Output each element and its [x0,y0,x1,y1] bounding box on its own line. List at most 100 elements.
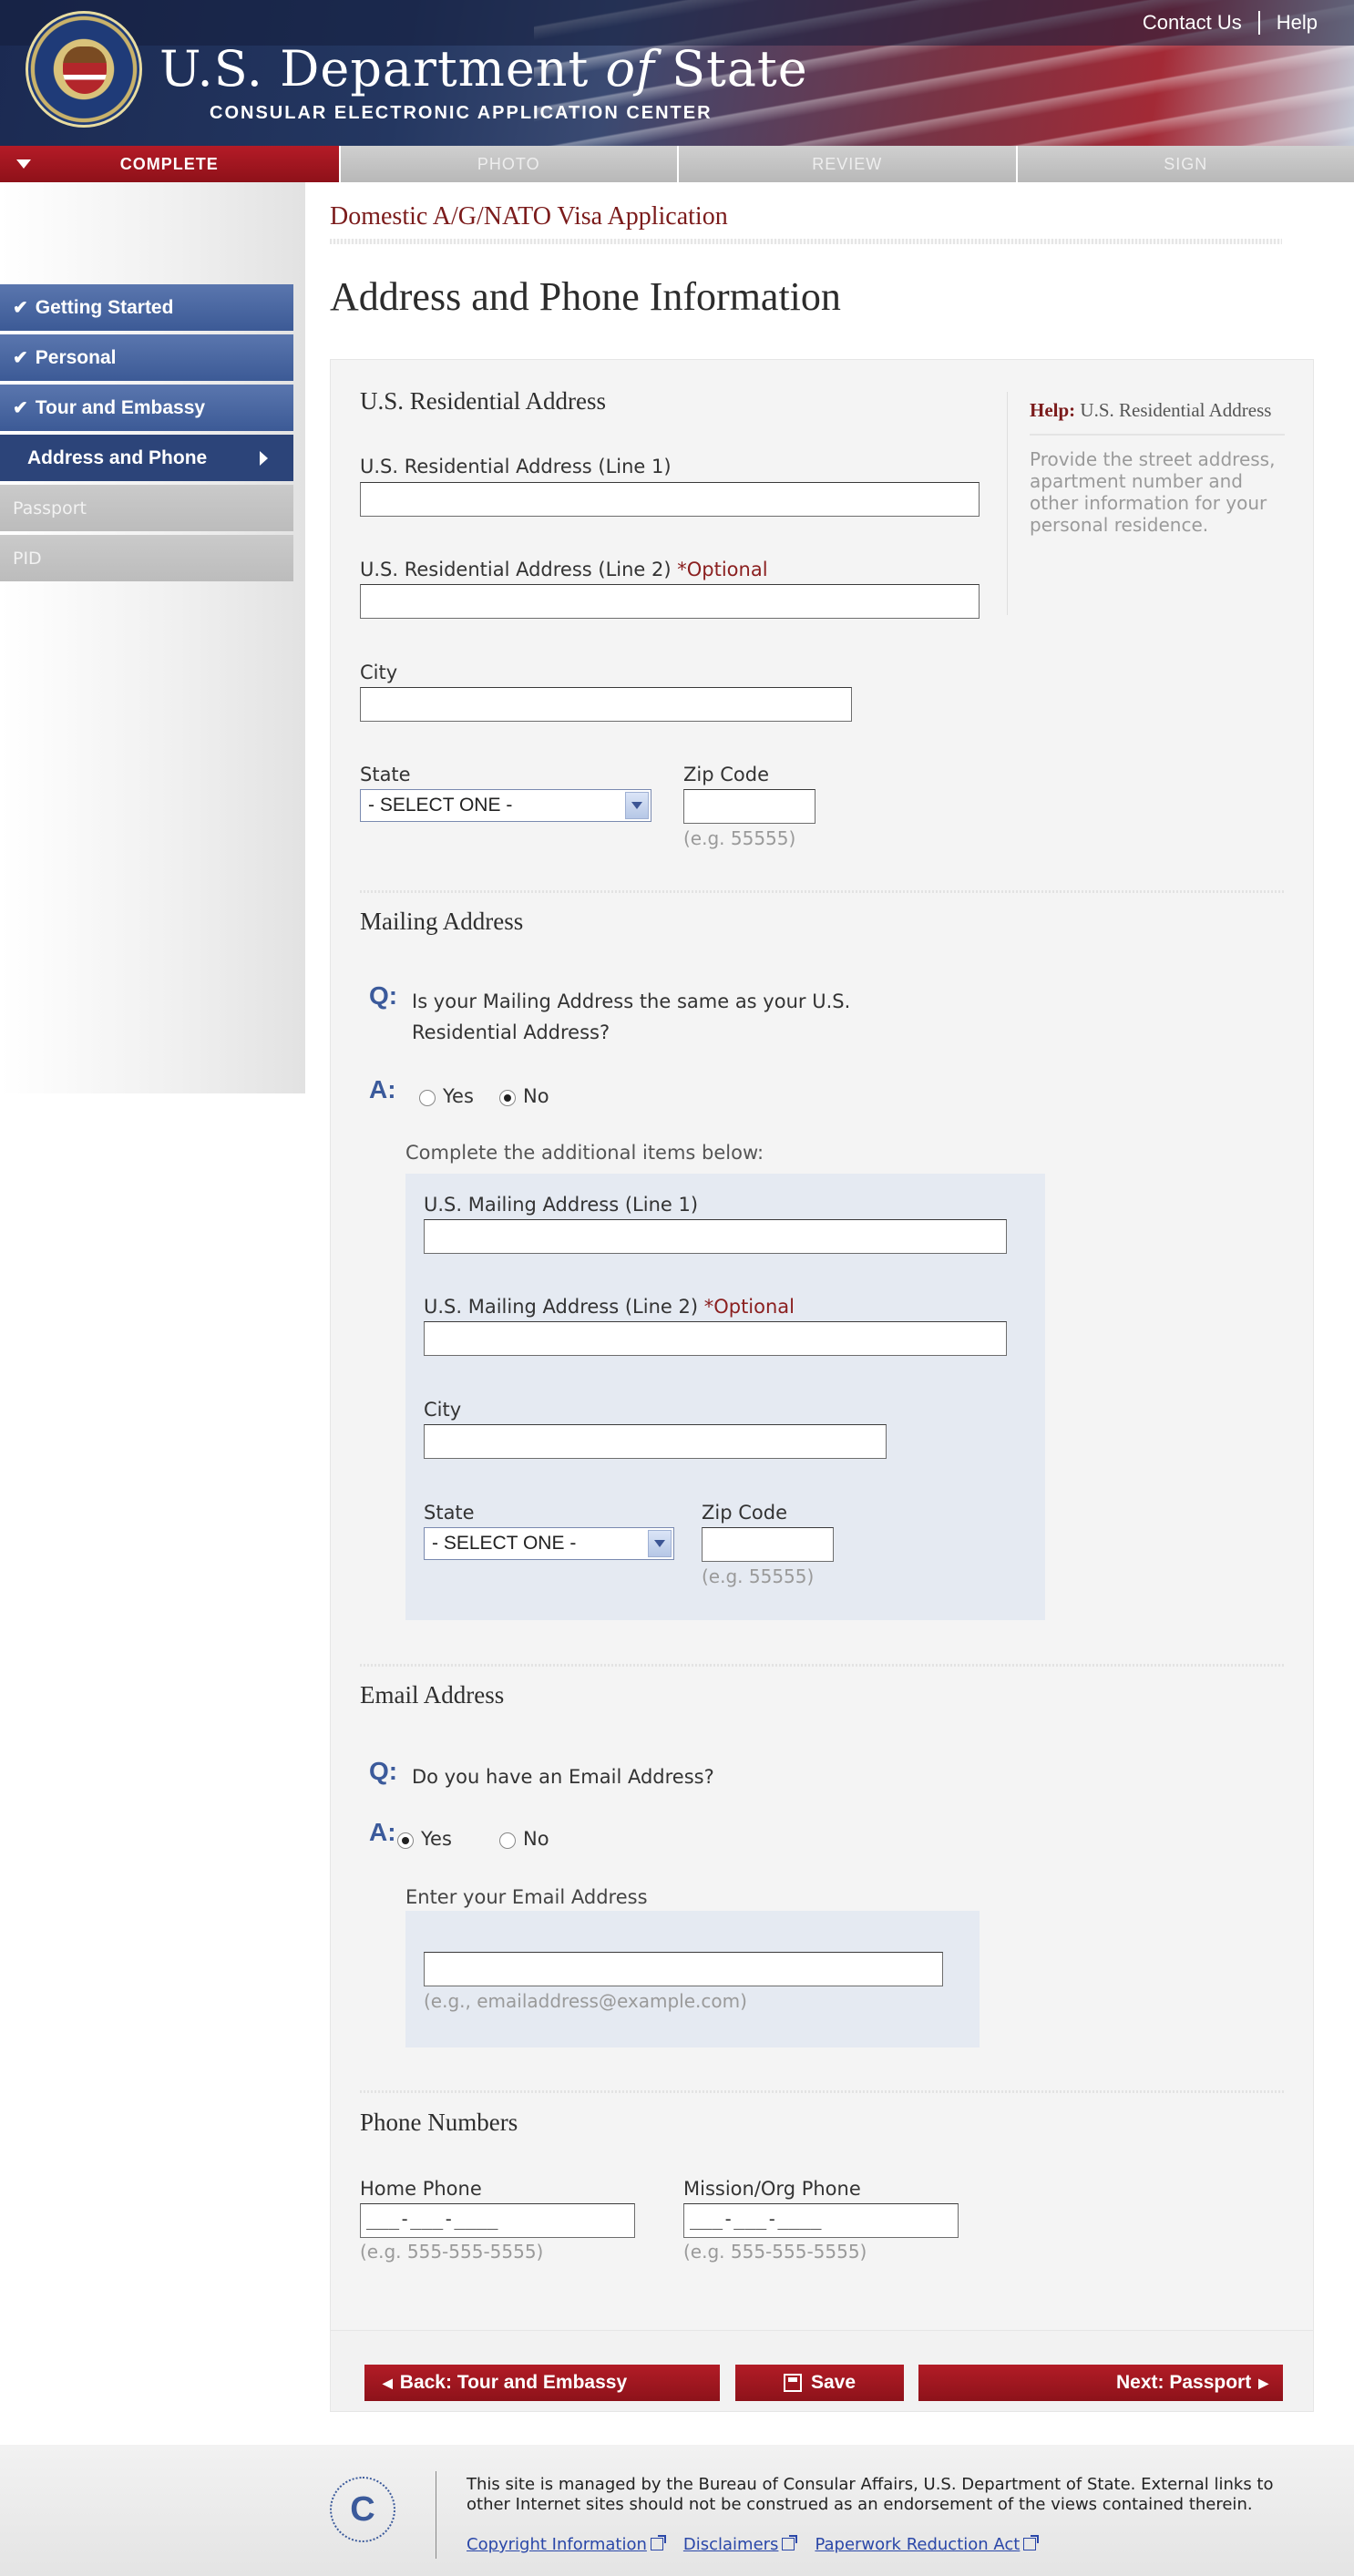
sidebar-item-getting-started[interactable]: ✔ Getting Started [0,284,293,331]
help-title: Help: U.S. Residential Address [1030,399,1285,421]
help-link[interactable]: Help [1277,11,1318,35]
sidebar-item-pid: PID [0,535,293,581]
step-complete: COMPLETE [0,146,339,182]
mission-phone-hint: (e.g. 555-555-5555) [683,2241,867,2263]
site-header: U.S. Department of State CONSULAR ELECTR… [0,0,1354,146]
step-review: REVIEW [677,146,1016,182]
dept-title-suffix: State [654,40,808,97]
next-button[interactable]: Next: Passport ▶ [918,2365,1283,2401]
eagle-emblem [63,46,107,94]
application-title: Domestic A/G/NATO Visa Application [330,202,728,231]
help-topic: U.S. Residential Address [1080,399,1272,421]
home-phone-hint: (e.g. 555-555-5555) [360,2241,544,2263]
residential-zip-input[interactable] [683,789,815,824]
mailing-line2-input[interactable] [424,1321,1007,1356]
chevron-left-icon: ◀ [383,2375,393,2390]
chevron-right-icon [260,451,268,466]
next-button-label: Next: Passport [1116,2372,1252,2393]
mailing-state-label: State [424,1502,475,1524]
back-button-label: Back: Tour and Embassy [399,2372,628,2393]
chevron-right-icon: ▶ [1258,2375,1268,2390]
email-yes-radio[interactable] [397,1832,414,1849]
question-marker: Q: [369,1757,398,1785]
mailing-city-label: City [424,1399,462,1421]
step-photo: PHOTO [338,146,677,182]
residential-line2-input[interactable] [360,584,980,619]
checkmark-icon: ✔ [13,348,28,368]
mailing-same-yes-radio[interactable] [419,1090,436,1106]
phone-section-title: Phone Numbers [360,2109,518,2136]
disclaimers-link[interactable]: Disclaimers [683,2535,779,2554]
residential-line1-input[interactable] [360,482,980,517]
mailing-same-no-radio[interactable] [499,1090,516,1106]
checkmark-icon: ✔ [13,298,28,318]
mailing-line1-input[interactable] [424,1219,1007,1254]
selected-value: - SELECT ONE - [368,795,513,816]
mailing-section-title: Mailing Address [360,908,524,935]
link-divider [1257,11,1260,35]
section-divider [360,1664,1285,1667]
mailing-line2-label: U.S. Mailing Address (Line 2) *Optional [424,1296,795,1318]
residential-city-input[interactable] [360,687,852,722]
mailing-city-input[interactable] [424,1424,887,1459]
sidebar-item-address-and-phone[interactable]: Address and Phone [0,435,293,481]
question-marker: Q: [369,981,398,1010]
step-label: PHOTO [477,154,540,173]
mission-phone-input[interactable]: ___-___-____ [683,2203,959,2238]
sidebar-item-passport: Passport [0,485,293,531]
department-subtitle: CONSULAR ELECTRONIC APPLICATION CENTER [210,103,713,123]
selected-value: - SELECT ONE - [432,1533,577,1554]
help-prefix: Help: [1030,399,1076,421]
email-instruction: Enter your Email Address [405,1886,648,1908]
sidebar-item-tour-and-embassy[interactable]: ✔ Tour and Embassy [0,385,293,431]
paperwork-reduction-link[interactable]: Paperwork Reduction Act [815,2535,1020,2554]
copyright-link[interactable]: Copyright Information [467,2535,647,2554]
footer-link-wrapper: Copyright Information [467,2535,666,2554]
radio-label: Yes [421,1828,452,1850]
email-input[interactable] [424,1952,943,1986]
email-hint: (e.g., emailaddress@example.com) [424,1990,747,2012]
footer-links: Copyright Information Disclaimers Paperw… [467,2535,1040,2554]
help-panel: Help: U.S. Residential Address Provide t… [1007,392,1285,615]
checkmark-icon: ✔ [13,398,28,418]
mailing-instruction: Complete the additional items below: [405,1142,764,1164]
residential-zip-label: Zip Code [683,764,769,785]
residential-section-title: U.S. Residential Address [360,387,606,415]
save-icon [783,2374,802,2392]
external-link-icon [782,2535,798,2550]
answer-marker: A: [369,1818,396,1846]
sidebar-item-label: Getting Started [35,296,174,318]
residential-line1-label: U.S. Residential Address (Line 1) [360,456,672,477]
progress-steps: COMPLETE PHOTO REVIEW SIGN [0,146,1354,182]
step-sign: SIGN [1015,146,1354,182]
caret-down-icon [16,159,31,169]
divider [1030,434,1285,436]
mailing-line1-label: U.S. Mailing Address (Line 1) [424,1194,699,1216]
email-no-radio[interactable] [499,1832,516,1849]
residential-zip-hint: (e.g. 55555) [683,827,796,849]
mailing-state-select[interactable]: - SELECT ONE - [424,1527,674,1560]
back-button[interactable]: ◀ Back: Tour and Embassy [364,2365,720,2401]
mailing-question: Is your Mailing Address the same as your… [412,990,851,1043]
sidebar-item-label: Tour and Embassy [35,396,206,418]
department-seal-icon [26,11,142,128]
home-phone-input[interactable]: ___-___-____ [360,2203,635,2238]
external-link-icon [650,2535,666,2550]
step-label: REVIEW [812,154,883,173]
email-section-title: Email Address [360,1681,505,1709]
email-question: Do you have an Email Address? [412,1766,714,1788]
label-text: U.S. Mailing Address (Line 2) [424,1296,704,1318]
sidebar-item-label: PID [13,548,42,569]
save-button[interactable]: Save [735,2365,904,2401]
home-phone-label: Home Phone [360,2178,482,2200]
mission-phone-label: Mission/Org Phone [683,2178,861,2200]
answer-marker: A: [369,1075,396,1103]
section-divider [360,2090,1285,2093]
footer-link-wrapper: Disclaimers [683,2535,798,2554]
header-links: Contact Us Help [1143,11,1318,35]
contact-us-link[interactable]: Contact Us [1143,11,1242,35]
residential-state-select[interactable]: - SELECT ONE - [360,789,651,822]
mailing-zip-input[interactable] [702,1527,834,1562]
consular-affairs-logo-icon: C [330,2477,395,2542]
sidebar-item-personal[interactable]: ✔ Personal [0,334,293,381]
